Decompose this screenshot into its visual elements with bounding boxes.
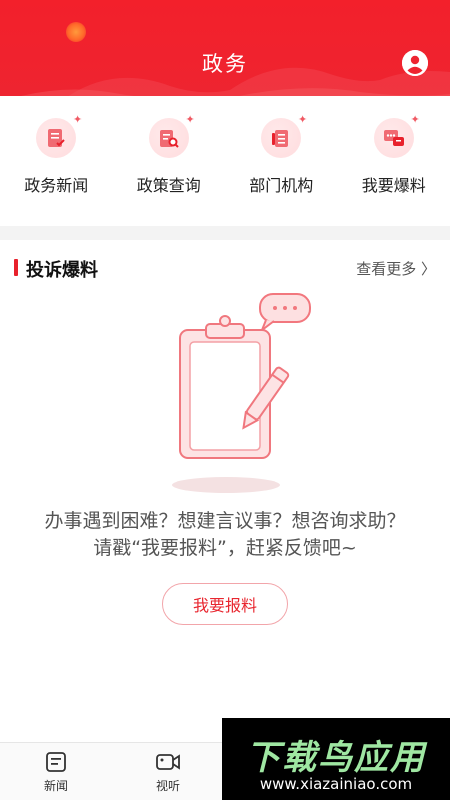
news-tab-icon [46, 752, 66, 772]
quick-label: 政务新闻 [24, 176, 89, 195]
quick-label: 政策查询 [136, 176, 201, 195]
quick-item-gov-news[interactable]: ✦ 政务新闻 [6, 114, 106, 226]
report-button[interactable]: 我要报料 [162, 583, 288, 625]
message-line-2: 请戳“我要报料”，赶紧反馈吧~ [93, 537, 357, 559]
video-tab-icon [156, 754, 180, 770]
message-line-1: 办事遇到困难？想建言议事？想咨询求助？ [44, 510, 406, 532]
complaint-section: 投诉爆料 查看更多 〉 办事遇到困难？想建言议事？想咨询求助？ 请戳“我要报料”… [0, 240, 450, 742]
section-header: 投诉爆料 查看更多 〉 [0, 256, 450, 281]
policy-search-icon: ✦ [148, 114, 195, 158]
section-accent-bar [14, 259, 18, 276]
user-circle-icon [402, 50, 428, 76]
tab-label: 视听 [155, 779, 180, 793]
quick-label: 部门机构 [249, 176, 314, 195]
watermark-logo: 下载鸟应用 [246, 738, 426, 778]
page-title: 政务 [202, 52, 248, 76]
tab-label: 新闻 [43, 779, 68, 793]
tab-news[interactable]: 新闻 [26, 751, 86, 794]
complaint-message: 办事遇到困难？想建言议事？想咨询求助？ 请戳“我要报料”，赶紧反馈吧~ [0, 508, 450, 562]
quick-label: 我要爆料 [361, 176, 426, 195]
quick-item-policy-query[interactable]: ✦ 政策查询 [119, 114, 219, 226]
chat-bubble-icon: ✦ [373, 114, 420, 158]
quick-item-departments[interactable]: ✦ 部门机构 [231, 114, 331, 226]
tab-video[interactable]: 视听 [138, 751, 198, 794]
watermark-url: www.xiazainiao.com [259, 775, 413, 793]
quick-item-report[interactable]: ✦ 我要爆料 [344, 114, 444, 226]
quick-menu: ✦ 政务新闻 ✦ 政策查询 ✦ 部门机构 ✦ 我要爆料 [0, 96, 450, 226]
sun-decoration [66, 22, 86, 42]
section-title: 投诉爆料 [26, 260, 98, 281]
department-icon: ✦ [261, 114, 307, 158]
app-header: 政务 [0, 0, 450, 96]
watermark-banner: 下载鸟应用 www.xiazainiao.com [222, 718, 450, 800]
user-profile-button[interactable] [402, 50, 428, 76]
clipboard-illustration [172, 293, 311, 493]
news-doc-icon: ✦ [36, 114, 82, 158]
view-more-link[interactable]: 查看更多 〉 [356, 258, 436, 279]
